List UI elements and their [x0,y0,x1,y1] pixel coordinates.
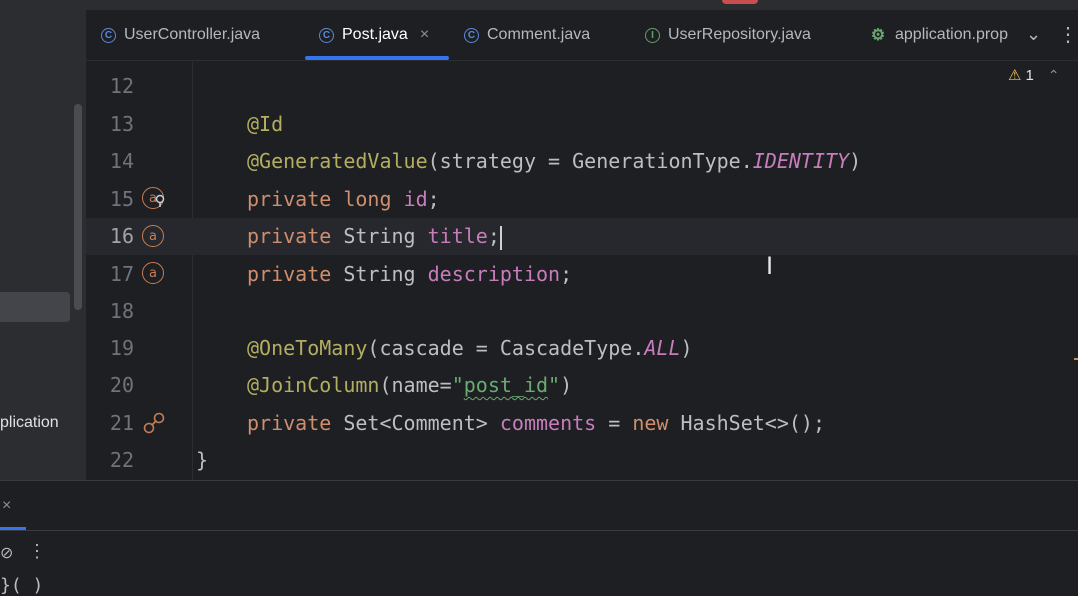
more-icon[interactable]: ⋮ [28,541,46,562]
more-icon[interactable]: ⋮ [1058,22,1078,47]
tab-label: UserRepository.java [668,26,811,43]
code-line-14: @GeneratedValue(strategy = GenerationTyp… [247,149,862,173]
interface-icon: I [645,27,660,43]
string-literal: post_id [463,373,549,397]
line-number: 19 [109,336,134,360]
line-number: 17 [109,262,134,286]
code-line-15: private long id; [247,187,440,211]
relationship-icon[interactable] [142,411,166,435]
tab-post[interactable]: C Post.java × [319,10,429,60]
tab-usercontroller[interactable]: C UserController.java [101,10,260,60]
run-indicator[interactable] [722,0,758,4]
tab-label: Comment.java [487,26,591,43]
bottom-tool-window: × ⊘ ⋮ }( ) [0,480,1078,596]
close-icon[interactable]: × [2,497,11,515]
mouse-cursor-icon: I [766,252,774,280]
line-number: 21 [109,411,134,435]
title-strip [0,0,1078,10]
chevron-up-icon[interactable]: ⌃ [1048,67,1060,84]
code-line-19: @OneToMany(cascade = CascadeType.ALL) [247,336,693,360]
code-line-16: private String title; [247,224,502,250]
line-number: 18 [109,299,134,323]
project-selected-item[interactable] [0,292,70,322]
field-icon[interactable]: a [142,225,164,247]
inspection-widget[interactable]: ⚠ 1 ⌃ [1008,66,1060,85]
field-icon[interactable]: a [142,262,164,284]
tab-application-properties[interactable]: ⚙ application.prop [869,10,1012,60]
scrollbar-marker[interactable] [1074,358,1078,360]
tab-comment[interactable]: C Comment.java [464,10,590,60]
project-item-label[interactable]: plication [0,414,59,432]
tab-label: Post.java [342,26,408,43]
tab-userrepository[interactable]: I UserRepository.java [645,10,811,60]
active-tab-indicator [305,56,449,60]
line-number: 13 [109,112,134,136]
key-icon [155,194,165,207]
line-number: 22 [109,448,134,472]
project-scrollbar[interactable] [74,104,82,310]
code-line-20: @JoinColumn(name="post_id") [247,373,573,397]
chevron-down-icon[interactable]: ⌄ [1026,24,1041,45]
current-line-highlight [86,218,1078,255]
warning-count: 1 [1025,66,1034,84]
line-number: 12 [109,74,134,98]
code-line-22: } [196,448,209,472]
line-number: 20 [109,373,134,397]
project-panel-header [0,10,86,60]
tool-divider [0,530,1078,531]
console-output-line: }( ) [0,575,44,596]
class-icon: C [319,27,334,43]
properties-icon: ⚙ [870,27,886,44]
class-icon: C [101,27,116,43]
class-icon: C [464,27,479,43]
tab-label: application.prop [895,26,1008,43]
tab-label: UserController.java [124,26,261,43]
text-caret [499,225,502,250]
project-panel: plication [0,0,86,480]
editor-tab-bar: C UserController.java C Post.java × C Co… [86,10,1078,61]
line-number: 15 [109,187,134,211]
line-number: 14 [109,149,134,173]
line-number: 16 [109,224,134,248]
code-line-13: @Id [247,112,284,136]
tool-icon[interactable]: ⊘ [0,543,13,563]
code-line-17: private String description; [247,262,573,286]
code-line-21: private Set<Comment> comments = new Hash… [247,411,825,435]
close-icon[interactable]: × [420,26,429,44]
warning-icon: ⚠ [1008,67,1022,84]
